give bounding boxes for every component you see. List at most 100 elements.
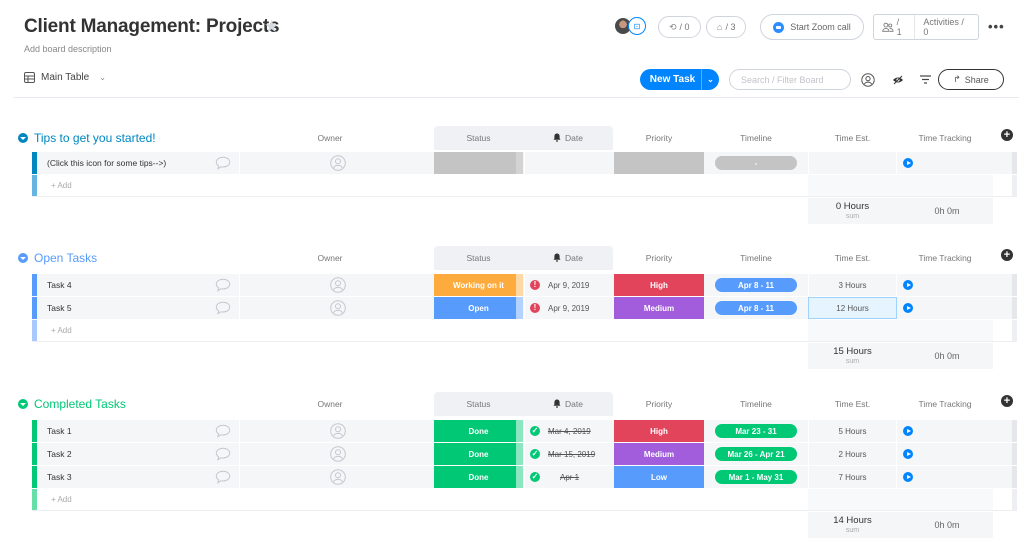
date-cell[interactable]: ✓ Mar 4, 2019	[524, 420, 614, 442]
table-row[interactable]: Task 4 Working on it! Apr 9, 2019 High Apr 8…	[32, 274, 1017, 296]
table-row[interactable]: (Click this icon for some tips-->) -	[32, 152, 1017, 174]
group-title[interactable]: Open Tasks	[34, 251, 97, 265]
table-row[interactable]: Task 5 Open! Apr 9, 2019 Medium Apr 8 - 11 12…	[32, 297, 1017, 319]
automations-button[interactable]: ⌂ / 3	[706, 16, 747, 38]
column-header-timeline[interactable]: Timeline	[715, 392, 797, 416]
owner-avatar-icon[interactable]	[330, 277, 346, 293]
owner-avatar-icon[interactable]	[330, 446, 346, 462]
time-tracking-cell[interactable]	[901, 152, 915, 174]
view-selector[interactable]: Main Table ⌄	[24, 72, 106, 83]
invite-member-icon[interactable]: ⊡	[628, 17, 646, 35]
item-name[interactable]: Task 2	[47, 443, 72, 465]
date-cell[interactable]: ✓ Apr 1	[524, 466, 614, 488]
date-cell[interactable]: ! Apr 9, 2019	[524, 297, 614, 319]
item-name[interactable]: Task 1	[47, 420, 72, 442]
column-header-time-tracking[interactable]: Time Tracking	[897, 392, 993, 416]
group-header[interactable]: Open Tasks	[18, 251, 97, 265]
comment-icon[interactable]	[215, 301, 231, 315]
board-title[interactable]: Client Management: Projects	[24, 16, 280, 38]
play-icon[interactable]	[903, 280, 913, 290]
play-icon[interactable]	[903, 449, 913, 459]
add-column-icon[interactable]: +	[1001, 129, 1013, 141]
add-item-row[interactable]: + Add	[32, 175, 1017, 197]
date-cell[interactable]: ! Apr 9, 2019	[524, 274, 614, 296]
column-header-timeline[interactable]: Timeline	[715, 246, 797, 270]
time-estimate-cell[interactable]: 12 Hours	[808, 297, 897, 319]
status-cell[interactable]: Done	[434, 443, 523, 465]
time-tracking-cell[interactable]	[901, 297, 915, 319]
board-description[interactable]: Add board description	[24, 44, 112, 54]
integrations-button[interactable]: ⟲ / 0	[658, 16, 701, 38]
status-cell[interactable]: Done	[434, 420, 523, 442]
group-title[interactable]: Completed Tasks	[34, 397, 126, 411]
column-header-status[interactable]: Status	[434, 246, 523, 270]
column-header-owner[interactable]: Owner	[290, 126, 370, 150]
item-name[interactable]: Task 4	[47, 274, 72, 296]
column-header-priority[interactable]: Priority	[614, 392, 704, 416]
time-tracking-cell[interactable]	[901, 420, 915, 442]
timeline-bar[interactable]: Mar 1 - May 31	[715, 470, 797, 484]
time-estimate-cell[interactable]	[808, 152, 897, 174]
timeline-bar[interactable]: Apr 8 - 11	[715, 301, 797, 315]
person-filter-icon[interactable]	[860, 72, 875, 87]
column-header-date[interactable]: Date	[523, 246, 613, 270]
priority-cell[interactable]: Low	[614, 466, 704, 488]
time-tracking-cell[interactable]	[901, 274, 915, 296]
add-item-row[interactable]: + Add	[32, 489, 1017, 511]
comment-icon[interactable]	[215, 424, 231, 438]
timeline-bar[interactable]: Apr 8 - 11	[715, 278, 797, 292]
column-header-timeline[interactable]: Timeline	[715, 126, 797, 150]
priority-cell[interactable]: High	[614, 420, 704, 442]
hide-columns-icon[interactable]	[890, 72, 905, 87]
members-button[interactable]: / 1	[874, 15, 916, 39]
date-cell[interactable]: ✓ Mar 15, 2019	[524, 443, 614, 465]
column-header-status[interactable]: Status	[434, 126, 523, 150]
add-column-icon[interactable]: +	[1001, 395, 1013, 407]
time-estimate-cell[interactable]: 5 Hours	[808, 420, 897, 442]
priority-cell[interactable]: Medium	[614, 443, 704, 465]
time-estimate-cell[interactable]: 3 Hours	[808, 274, 897, 296]
share-button[interactable]: ↱ Share	[938, 69, 1004, 90]
status-cell[interactable]: Done	[434, 466, 523, 488]
add-item-input[interactable]: + Add	[51, 320, 72, 341]
add-column-icon[interactable]: +	[1001, 249, 1013, 261]
timeline-bar[interactable]: Mar 26 - Apr 21	[715, 447, 797, 461]
filter-icon[interactable]	[918, 72, 933, 87]
column-header-priority[interactable]: Priority	[614, 126, 704, 150]
group-title[interactable]: Tips to get you started!	[34, 131, 156, 145]
start-zoom-call-button[interactable]: Start Zoom call	[760, 14, 864, 40]
time-estimate-cell[interactable]: 2 Hours	[808, 443, 897, 465]
priority-cell[interactable]: High	[614, 274, 704, 296]
status-cell[interactable]: Open	[434, 297, 523, 319]
comment-icon[interactable]	[215, 470, 231, 484]
owner-avatar-icon[interactable]	[330, 423, 346, 439]
add-item-input[interactable]: + Add	[51, 175, 72, 196]
time-estimate-cell[interactable]: 7 Hours	[808, 466, 897, 488]
table-row[interactable]: Task 3 Done ✓ Apr 1 Low Mar 1 - May 31 7 Hours	[32, 466, 1017, 488]
timeline-bar[interactable]: -	[715, 156, 797, 170]
comment-icon[interactable]	[215, 156, 231, 170]
column-header-time-tracking[interactable]: Time Tracking	[897, 126, 993, 150]
group-header[interactable]: Completed Tasks	[18, 397, 126, 411]
item-name[interactable]: Task 5	[47, 297, 72, 319]
priority-cell[interactable]: Medium	[614, 297, 704, 319]
play-icon[interactable]	[903, 303, 913, 313]
owner-avatar-icon[interactable]	[330, 300, 346, 316]
date-cell[interactable]	[524, 152, 614, 174]
status-cell[interactable]	[434, 152, 523, 174]
item-name[interactable]: (Click this icon for some tips-->)	[47, 152, 166, 174]
column-header-status[interactable]: Status	[434, 392, 523, 416]
column-header-time-est[interactable]: Time Est.	[808, 392, 897, 416]
column-header-owner[interactable]: Owner	[290, 392, 370, 416]
column-header-priority[interactable]: Priority	[614, 246, 704, 270]
new-task-button[interactable]: New Task ⌄	[640, 69, 719, 90]
collapse-group-icon[interactable]	[18, 253, 28, 263]
group-header[interactable]: Tips to get you started!	[18, 131, 156, 145]
column-header-owner[interactable]: Owner	[290, 246, 370, 270]
column-header-time-tracking[interactable]: Time Tracking	[897, 246, 993, 270]
play-icon[interactable]	[903, 426, 913, 436]
comment-icon[interactable]	[215, 447, 231, 461]
time-tracking-cell[interactable]	[901, 443, 915, 465]
item-name[interactable]: Task 3	[47, 466, 72, 488]
owner-avatar-icon[interactable]	[330, 155, 346, 171]
